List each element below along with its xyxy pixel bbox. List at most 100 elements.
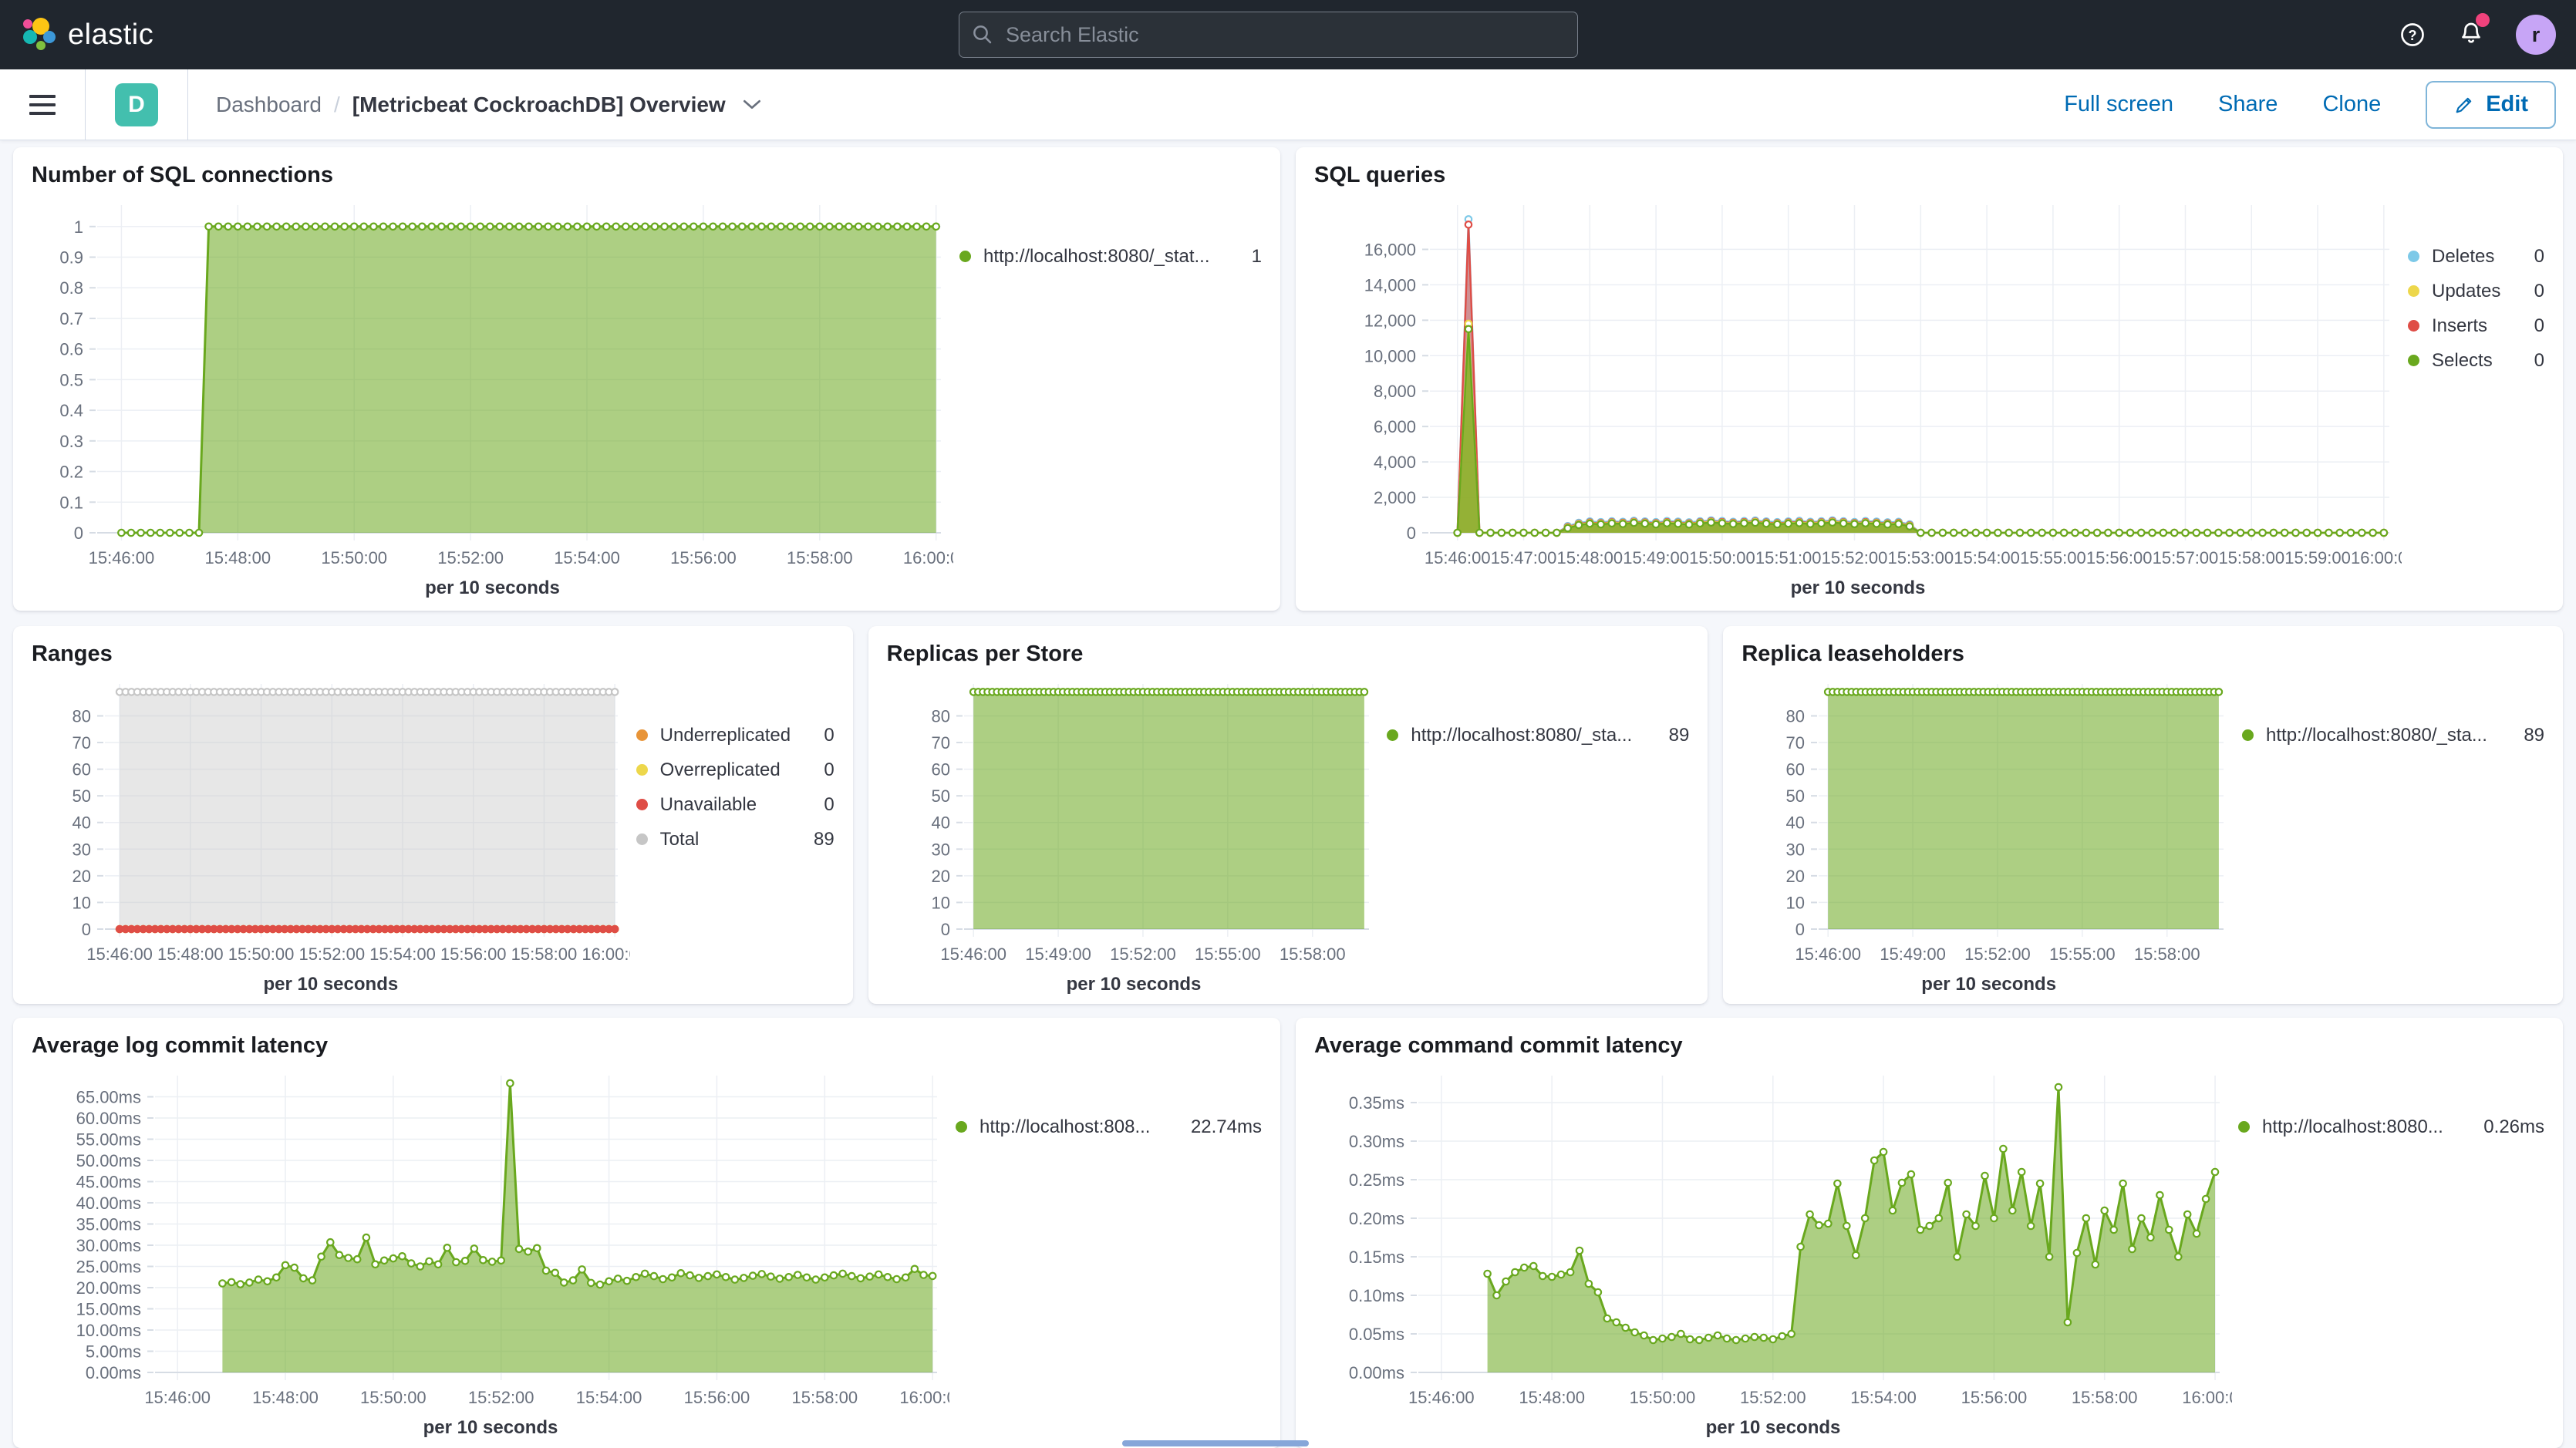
x-axis-label: per 10 seconds	[1314, 1417, 2232, 1439]
svg-text:15:56:00: 15:56:00	[440, 945, 507, 964]
user-avatar[interactable]: r	[2516, 15, 2556, 55]
svg-text:15:58:00: 15:58:00	[787, 548, 853, 567]
svg-text:40: 40	[931, 813, 949, 833]
svg-text:12,000: 12,000	[1364, 311, 1416, 330]
chart-number-of-sql-connections[interactable]: 15:46:0015:48:0015:50:0015:52:0015:54:00…	[32, 194, 953, 576]
legend-item[interactable]: Underreplicated0	[636, 718, 835, 753]
search-input[interactable]	[959, 12, 1578, 58]
legend-item[interactable]: Unavailable0	[636, 787, 835, 822]
chart-average-command-commit-latency[interactable]: 15:46:0015:48:0015:50:0015:52:0015:54:00…	[1314, 1065, 2232, 1416]
legend-item[interactable]: http://localhost:8080/_sta...89	[2242, 718, 2544, 753]
chart-average-log-commit-latency[interactable]: 15:46:0015:48:0015:50:0015:52:0015:54:00…	[32, 1065, 949, 1416]
svg-text:25.00ms: 25.00ms	[76, 1258, 141, 1277]
svg-text:45.00ms: 45.00ms	[76, 1173, 141, 1192]
panel-title: Replicas per Store	[887, 641, 1690, 667]
legend-color-dot	[1387, 729, 1398, 741]
svg-text:15:56:00: 15:56:00	[2086, 548, 2153, 567]
svg-text:30: 30	[1786, 840, 1805, 859]
svg-text:15:57:00: 15:57:00	[2153, 548, 2219, 567]
svg-text:5.00ms: 5.00ms	[86, 1342, 141, 1362]
svg-text:15:49:00: 15:49:00	[1025, 945, 1091, 964]
svg-text:0.30ms: 0.30ms	[1349, 1132, 1404, 1151]
legend-value: 0	[2534, 281, 2544, 302]
svg-text:0: 0	[74, 524, 83, 543]
legend-color-dot	[2408, 285, 2419, 297]
elastic-logo-icon	[20, 17, 56, 52]
legend-item[interactable]: http://localhost:808...22.74ms	[956, 1110, 1262, 1144]
legend-item[interactable]: Updates0	[2408, 274, 2544, 308]
svg-text:15:56:00: 15:56:00	[670, 548, 737, 567]
svg-text:15:47:00: 15:47:00	[1491, 548, 1557, 567]
alerts-bell[interactable]	[2457, 19, 2485, 51]
svg-text:16:00:00: 16:00:00	[903, 548, 953, 567]
chart-legend: http://localhost:808...22.74ms	[949, 1065, 1262, 1439]
full-screen-button[interactable]: Full screen	[2064, 92, 2173, 117]
svg-text:15:46:00: 15:46:00	[1425, 548, 1491, 567]
chart-ranges[interactable]: 15:46:0015:48:0015:50:0015:52:0015:54:00…	[32, 673, 630, 972]
legend-value: 0	[824, 794, 834, 816]
brand-wordmark: elastic	[68, 19, 153, 52]
chart-legend: Deletes0Updates0Inserts0Selects0	[2402, 194, 2544, 599]
panel-sql-queries: SQL queries 15:46:0015:47:0015:48:0015:4…	[1296, 147, 2563, 611]
svg-text:10.00ms: 10.00ms	[76, 1321, 141, 1340]
legend-item[interactable]: http://localhost:8080...0.26ms	[2238, 1110, 2544, 1144]
legend-value: 22.74ms	[1191, 1116, 1262, 1138]
chart-replica-leaseholders[interactable]: 15:46:0015:49:0015:52:0015:55:0015:58:00…	[1741, 673, 2236, 972]
chart-sql-queries[interactable]: 15:46:0015:47:0015:48:0015:49:0015:50:00…	[1314, 194, 2402, 576]
svg-text:15.00ms: 15.00ms	[76, 1300, 141, 1319]
svg-text:15:48:00: 15:48:00	[1519, 1388, 1585, 1407]
legend-value: 0	[2534, 350, 2544, 372]
legend-item[interactable]: http://localhost:8080/_sta...89	[1387, 718, 1689, 753]
svg-text:0.05ms: 0.05ms	[1349, 1325, 1404, 1344]
legend-item[interactable]: Deletes0	[2408, 239, 2544, 274]
svg-text:0.00ms: 0.00ms	[86, 1363, 141, 1382]
edit-button[interactable]: Edit	[2426, 81, 2556, 129]
svg-text:15:48:00: 15:48:00	[205, 548, 271, 567]
top-navigation-bar: elastic ? r	[0, 0, 2576, 69]
svg-text:30.00ms: 30.00ms	[76, 1236, 141, 1255]
legend-item[interactable]: Overreplicated0	[636, 753, 835, 787]
svg-text:0.15ms: 0.15ms	[1349, 1248, 1404, 1267]
search-icon	[971, 23, 994, 46]
breadcrumb-dashboard-link[interactable]: Dashboard	[216, 93, 322, 117]
legend-value: 0.26ms	[2483, 1116, 2544, 1138]
panel-average-log-commit-latency: Average log commit latency 15:46:0015:48…	[13, 1018, 1280, 1448]
global-search	[959, 12, 1578, 58]
svg-text:15:46:00: 15:46:00	[89, 548, 155, 567]
panel-average-command-commit-latency: Average command commit latency 15:46:001…	[1296, 1018, 2563, 1448]
clone-button[interactable]: Clone	[2322, 92, 2381, 117]
elastic-brand[interactable]: elastic	[0, 17, 153, 52]
horizontal-scrollbar-thumb[interactable]	[1122, 1440, 1309, 1446]
toolbar-divider	[85, 69, 86, 140]
legend-item[interactable]: Total89	[636, 822, 835, 857]
svg-text:15:46:00: 15:46:00	[1408, 1388, 1475, 1407]
help-icon[interactable]: ?	[2399, 21, 2426, 49]
legend-item[interactable]: Inserts0	[2408, 308, 2544, 343]
panel-ranges: Ranges 15:46:0015:48:0015:50:0015:52:001…	[13, 626, 853, 1004]
legend-color-dot	[959, 251, 971, 262]
svg-text:35.00ms: 35.00ms	[76, 1215, 141, 1234]
svg-text:16:00:00: 16:00:00	[899, 1388, 949, 1407]
svg-text:16:00:00: 16:00:00	[2351, 548, 2402, 567]
x-axis-label: per 10 seconds	[1314, 578, 2402, 599]
svg-text:60: 60	[1786, 760, 1805, 780]
chart-legend: Underreplicated0Overreplicated0Unavailab…	[630, 673, 835, 995]
legend-color-dot	[2408, 320, 2419, 332]
chart-replicas-per-store[interactable]: 15:46:0015:49:0015:52:0015:55:0015:58:00…	[887, 673, 1381, 972]
svg-text:50: 50	[72, 786, 91, 806]
svg-text:70: 70	[1786, 733, 1805, 753]
panel-number-of-sql-connections: Number of SQL connections 15:46:0015:48:…	[13, 147, 1280, 611]
panel-title: Replica leaseholders	[1741, 641, 2544, 667]
svg-text:15:53:00: 15:53:00	[1887, 548, 1954, 567]
svg-text:40: 40	[72, 813, 91, 833]
svg-text:16:00:00: 16:00:00	[582, 945, 630, 964]
legend-item[interactable]: http://localhost:8080/_stat...1	[959, 239, 1262, 274]
legend-item[interactable]: Selects0	[2408, 343, 2544, 378]
dashboard-app-icon[interactable]: D	[115, 83, 158, 126]
legend-color-dot	[636, 729, 648, 741]
breadcrumb-caret-icon[interactable]	[743, 99, 761, 110]
share-button[interactable]: Share	[2218, 92, 2278, 117]
legend-color-dot	[956, 1121, 967, 1133]
menu-icon[interactable]	[0, 95, 85, 115]
legend-label: Overreplicated	[660, 759, 809, 781]
